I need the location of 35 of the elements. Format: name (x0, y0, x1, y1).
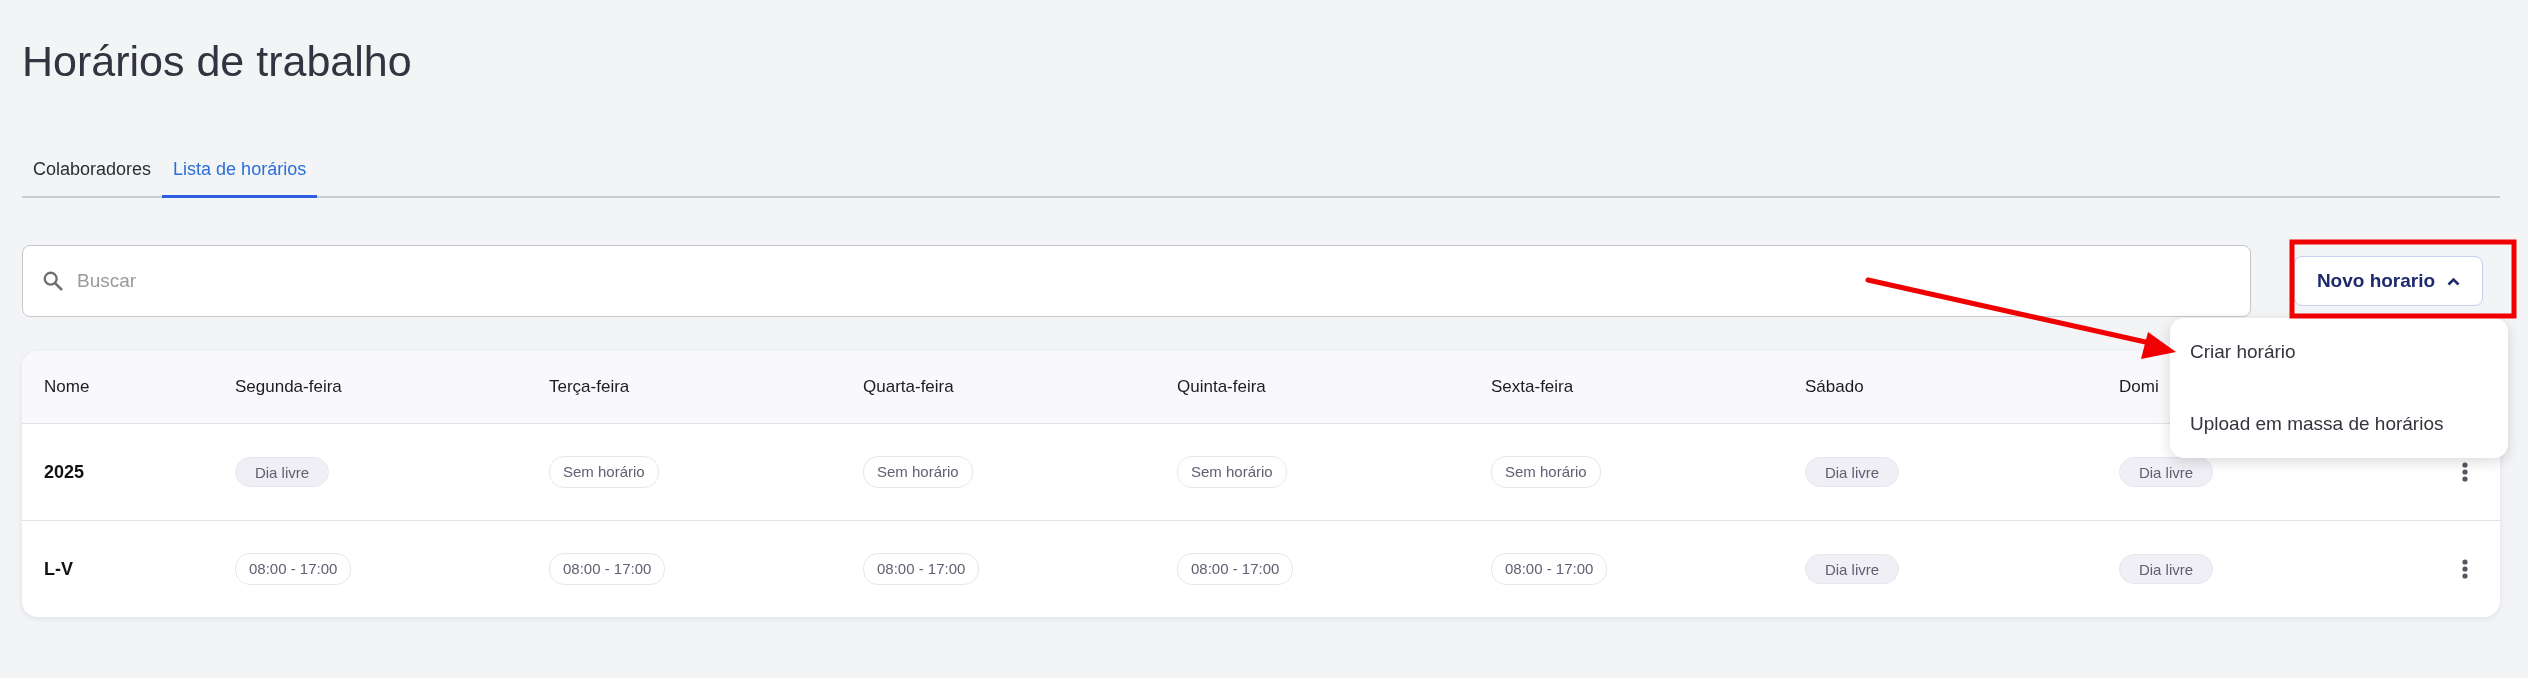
day-off-badge: Dia livre (235, 457, 329, 487)
new-schedule-button[interactable]: Novo horario (2294, 256, 2483, 306)
column-header: Nome (44, 377, 90, 397)
menu-item[interactable]: Criar horário (2170, 324, 2508, 380)
schedule-badge: Sem horário (863, 456, 973, 488)
day-off-badge: Dia livre (1805, 457, 1899, 487)
column-header: Sábado (1805, 377, 1864, 397)
schedule-badge: 08:00 - 17:00 (863, 553, 980, 585)
schedule-badge: Sem horário (1491, 456, 1601, 488)
column-header: Quarta-feira (863, 377, 954, 397)
schedule-badge: 08:00 - 17:00 (549, 553, 666, 585)
schedule-badge: 08:00 - 17:00 (1177, 553, 1294, 585)
search-icon (42, 270, 64, 292)
tab[interactable]: Colaboradores (22, 144, 163, 198)
day-off-badge: Dia livre (2119, 554, 2213, 584)
chevron-icon (2447, 276, 2461, 286)
more-options-icon[interactable] (2462, 559, 2468, 579)
day-off-badge: Dia livre (2119, 457, 2213, 487)
schedule-badge: 08:00 - 17:00 (1491, 553, 1608, 585)
schedule-name: L-V (44, 558, 73, 580)
schedule-badge: 08:00 - 17:00 (235, 553, 352, 585)
column-header: Sexta-feira (1491, 377, 1574, 397)
tab[interactable]: Lista de horários (162, 144, 318, 198)
schedule-badge: Sem horário (1177, 456, 1287, 488)
day-off-badge: Dia livre (1805, 554, 1899, 584)
schedule-name: 2025 (44, 461, 85, 483)
page-title: Horários de trabalho (22, 36, 413, 86)
menu-item[interactable]: Upload em massa de horários (2170, 396, 2508, 452)
schedule-badge: Sem horário (549, 456, 659, 488)
column-header: Domi (2119, 377, 2159, 397)
search-field[interactable]: Buscar (22, 245, 2251, 317)
column-header: Segunda-feira (235, 377, 342, 397)
column-header: Quinta-feira (1177, 377, 1266, 397)
column-header: Terça-feira (549, 377, 630, 397)
more-options-icon[interactable] (2462, 462, 2468, 482)
